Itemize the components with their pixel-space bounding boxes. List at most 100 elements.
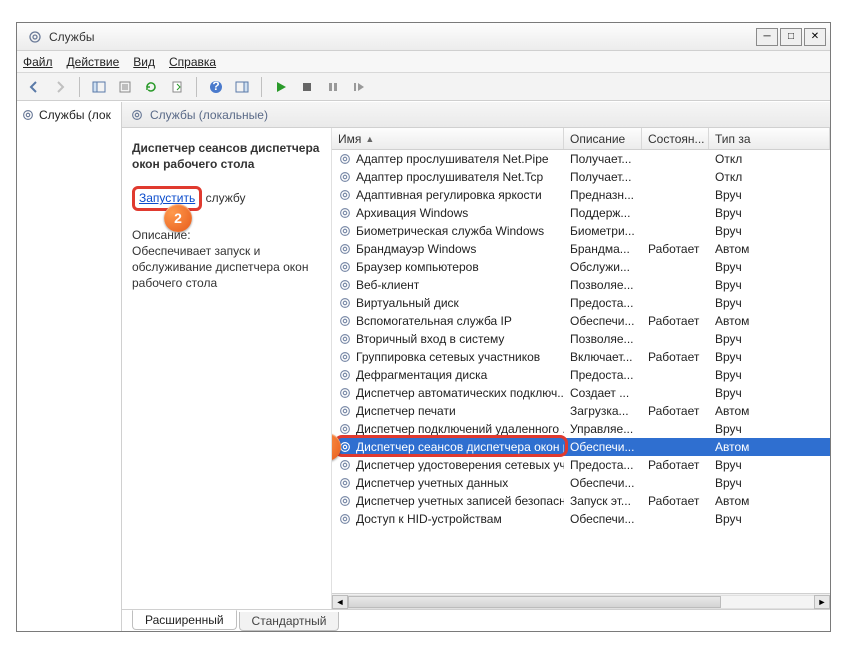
- table-row[interactable]: Дефрагментация дискаПредоста...Вруч: [332, 366, 830, 384]
- cell-desc: Обеспечи...: [564, 440, 642, 454]
- start-service-button[interactable]: [270, 76, 292, 98]
- cell-name: Диспетчер удостоверения сетевых уча...: [332, 458, 564, 472]
- refresh-button[interactable]: [140, 76, 162, 98]
- pause-service-button[interactable]: [322, 76, 344, 98]
- cell-type: Вруч: [709, 350, 830, 364]
- menu-help[interactable]: Справка: [169, 55, 216, 69]
- titlebar[interactable]: Службы ─ □ ✕: [17, 23, 830, 51]
- cell-type: Вруч: [709, 476, 830, 490]
- cell-desc: Обеспечи...: [564, 314, 642, 328]
- cell-type: Вруч: [709, 422, 830, 436]
- service-icon: [338, 458, 352, 472]
- col-state[interactable]: Состоян...: [642, 128, 709, 149]
- cell-desc: Управляе...: [564, 422, 642, 436]
- hscrollbar[interactable]: ◄ ►: [332, 593, 830, 609]
- scroll-thumb[interactable]: [348, 596, 721, 608]
- cell-state: Работает: [642, 314, 709, 328]
- table-row[interactable]: Адаптивная регулировка яркостиПредназн..…: [332, 186, 830, 204]
- stop-service-button[interactable]: [296, 76, 318, 98]
- tree-root-label: Службы (лок: [39, 108, 111, 122]
- tab-extended[interactable]: Расширенный: [132, 610, 237, 630]
- table-row[interactable]: Адаптер прослушивателя Net.TcpПолучает..…: [332, 168, 830, 186]
- list-header: Имя▲ Описание Состоян... Тип за: [332, 128, 830, 150]
- cell-name: Биометрическая служба Windows: [332, 224, 564, 238]
- properties-button[interactable]: [114, 76, 136, 98]
- table-row[interactable]: Диспетчер автоматических подключ...Созда…: [332, 384, 830, 402]
- cell-name: Веб-клиент: [332, 278, 564, 292]
- table-row[interactable]: Биометрическая служба WindowsБиометри...…: [332, 222, 830, 240]
- tree-pane[interactable]: Службы (лок: [17, 102, 122, 631]
- cell-name: Виртуальный диск: [332, 296, 564, 310]
- cell-name: Группировка сетевых участников: [332, 350, 564, 364]
- table-row[interactable]: Виртуальный дискПредоста...Вруч: [332, 294, 830, 312]
- table-row[interactable]: Брандмауэр WindowsБрандма...РаботаетАвто…: [332, 240, 830, 258]
- tab-standard[interactable]: Стандартный: [239, 612, 340, 631]
- forward-button[interactable]: [49, 76, 71, 98]
- menu-view[interactable]: Вид: [133, 55, 155, 69]
- cell-desc: Обеспечи...: [564, 476, 642, 490]
- service-icon: [338, 206, 352, 220]
- scroll-track[interactable]: [348, 595, 814, 609]
- show-hide-tree-button[interactable]: [88, 76, 110, 98]
- service-icon: [338, 224, 352, 238]
- table-row[interactable]: Диспетчер учетных записей безопасн...Зап…: [332, 492, 830, 510]
- table-row[interactable]: Диспетчер подключений удаленного ...Упра…: [332, 420, 830, 438]
- service-icon: [338, 260, 352, 274]
- table-row[interactable]: Доступ к HID-устройствамОбеспечи...Вруч: [332, 510, 830, 528]
- table-row[interactable]: Вторичный вход в системуПозволяе...Вруч: [332, 330, 830, 348]
- menu-action[interactable]: Действие: [67, 55, 120, 69]
- body: Службы (лок Службы (локальные) Диспетчер…: [17, 101, 830, 631]
- minimize-button[interactable]: ─: [756, 28, 778, 46]
- service-list[interactable]: Адаптер прослушивателя Net.PipeПолучает.…: [332, 150, 830, 593]
- service-icon: [338, 512, 352, 526]
- table-row[interactable]: Адаптер прослушивателя Net.PipeПолучает.…: [332, 150, 830, 168]
- table-row[interactable]: Веб-клиентПозволяе...Вруч: [332, 276, 830, 294]
- cell-type: Вруч: [709, 188, 830, 202]
- tree-root[interactable]: Службы (лок: [19, 106, 119, 124]
- cell-desc: Предназн...: [564, 188, 642, 202]
- cell-type: Вруч: [709, 206, 830, 220]
- table-row[interactable]: Вспомогательная служба IPОбеспечи...Рабо…: [332, 312, 830, 330]
- export-button[interactable]: [166, 76, 188, 98]
- content-header-label: Службы (локальные): [150, 108, 268, 122]
- cell-type: Автом: [709, 314, 830, 328]
- cell-type: Вруч: [709, 458, 830, 472]
- table-row[interactable]: Диспетчер удостоверения сетевых уча...Пр…: [332, 456, 830, 474]
- scroll-right-button[interactable]: ►: [814, 595, 830, 609]
- cell-state: Работает: [642, 242, 709, 256]
- service-icon: [338, 296, 352, 310]
- table-row[interactable]: Диспетчер учетных данныхОбеспечи...Вруч: [332, 474, 830, 492]
- cell-state: Работает: [642, 404, 709, 418]
- service-icon: [338, 278, 352, 292]
- separator: [196, 77, 197, 97]
- table-row[interactable]: Диспетчер сеансов диспетчера окон р...Об…: [332, 438, 830, 456]
- cell-name: Диспетчер подключений удаленного ...: [332, 422, 564, 436]
- table-row[interactable]: Архивация WindowsПоддерж...Вруч: [332, 204, 830, 222]
- maximize-button[interactable]: □: [780, 28, 802, 46]
- back-button[interactable]: [23, 76, 45, 98]
- col-desc[interactable]: Описание: [564, 128, 642, 149]
- table-row[interactable]: Группировка сетевых участниковВключает..…: [332, 348, 830, 366]
- menu-file[interactable]: Файл: [23, 55, 53, 69]
- cell-desc: Создает ...: [564, 386, 642, 400]
- help-button[interactable]: ?: [205, 76, 227, 98]
- action-pane-button[interactable]: [231, 76, 253, 98]
- scroll-left-button[interactable]: ◄: [332, 595, 348, 609]
- cell-type: Вруч: [709, 386, 830, 400]
- cell-desc: Биометри...: [564, 224, 642, 238]
- cell-name: Дефрагментация диска: [332, 368, 564, 382]
- table-row[interactable]: Браузер компьютеровОбслужи...Вруч: [332, 258, 830, 276]
- table-row[interactable]: Диспетчер печатиЗагрузка...РаботаетАвтом: [332, 402, 830, 420]
- col-type[interactable]: Тип за: [709, 128, 830, 149]
- close-button[interactable]: ✕: [804, 28, 826, 46]
- svg-text:?: ?: [212, 80, 219, 93]
- cell-name: Адаптер прослушивателя Net.Tcp: [332, 170, 564, 184]
- cell-desc: Обслужи...: [564, 260, 642, 274]
- col-name[interactable]: Имя▲: [332, 128, 564, 149]
- desc-text: Обеспечивает запуск и обслуживание диспе…: [132, 243, 321, 292]
- start-link[interactable]: Запустить: [139, 191, 195, 205]
- separator: [261, 77, 262, 97]
- list-pane: Имя▲ Описание Состоян... Тип за Адаптер …: [332, 128, 830, 609]
- start-suffix: службу: [202, 191, 245, 205]
- restart-service-button[interactable]: [348, 76, 370, 98]
